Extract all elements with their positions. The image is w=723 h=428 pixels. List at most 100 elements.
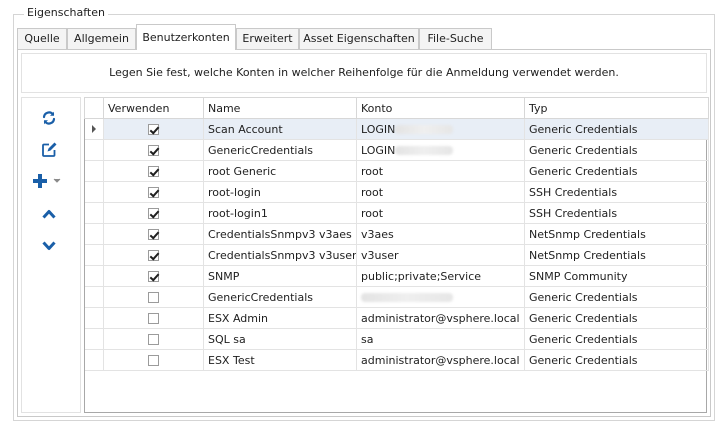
row-indicator[interactable] [84,286,104,308]
type-cell[interactable]: SSH Credentials [524,202,709,224]
account-cell[interactable]: v3aes [356,223,525,245]
name-cell[interactable]: CredentialsSnmpv3 v3user [203,244,357,266]
move-up-button[interactable] [38,204,60,224]
use-checkbox[interactable] [148,124,159,135]
use-checkbox[interactable] [148,208,159,219]
account-cell[interactable]: LOGIN [356,139,525,161]
table-row[interactable]: Scan Account LOGIN Generic Credentials [84,118,709,140]
type-cell[interactable]: NetSnmp Credentials [524,244,709,266]
table-row[interactable]: root Generic root Generic Credentials [84,160,709,182]
use-checkbox[interactable] [148,313,159,324]
tab-benutzerkonten[interactable]: Benutzerkonten [136,24,236,50]
account-text: root [361,206,384,220]
name-cell[interactable]: SQL sa [203,328,357,350]
use-checkbox[interactable] [148,229,159,240]
name-cell[interactable]: ESX Admin [203,307,357,329]
table-row[interactable]: root-login1 root SSH Credentials [84,202,709,224]
account-cell[interactable]: root [356,181,525,203]
account-cell[interactable]: root [356,202,525,224]
type-cell[interactable]: NetSnmp Credentials [524,223,709,245]
tab-file-suche[interactable]: File-Suche [419,28,492,49]
use-checkbox[interactable] [148,187,159,198]
column-header-typ[interactable]: Typ [524,97,709,119]
type-cell[interactable]: Generic Credentials [524,349,709,371]
type-cell[interactable]: Generic Credentials [524,118,709,140]
move-down-button[interactable] [38,236,60,256]
table-row[interactable]: SQL sa sa Generic Credentials [84,328,709,350]
use-checkbox[interactable] [148,355,159,366]
type-cell[interactable]: SNMP Community [524,265,709,287]
name-cell[interactable]: CredentialsSnmpv3 v3aes [203,223,357,245]
type-cell[interactable]: Generic Credentials [524,139,709,161]
account-cell[interactable]: public;private;Service [356,265,525,287]
dropdown-arrow-icon[interactable] [53,178,61,184]
description-box: Legen Sie fest, welche Konten in welcher… [21,53,707,93]
tab-asset-eigenschaften[interactable]: Asset Eigenschaften [299,28,419,49]
name-cell[interactable]: ESX Test [203,349,357,371]
use-checkbox[interactable] [148,271,159,282]
use-cell [103,328,204,350]
table-row[interactable]: root-login root SSH Credentials [84,181,709,203]
name-cell[interactable]: GenericCredentials [203,139,357,161]
table-row[interactable]: GenericCredentials LOGIN Generic Credentia… [84,139,709,161]
name-cell[interactable]: root-login [203,181,357,203]
row-indicator[interactable] [84,349,104,371]
tab-erweitert[interactable]: Erweitert [236,28,299,49]
row-indicator[interactable] [84,118,104,140]
account-text: v3aes [361,227,394,241]
table-row[interactable]: ESX Admin administrator@vsphere.local Gene… [84,307,709,329]
row-indicator[interactable] [84,244,104,266]
type-cell[interactable]: Generic Credentials [524,160,709,182]
row-indicator[interactable] [84,265,104,287]
tab-allgemein[interactable]: Allgemein [67,28,136,49]
use-checkbox[interactable] [148,145,159,156]
column-header-name[interactable]: Name [203,97,357,119]
use-checkbox[interactable] [148,334,159,345]
name-cell[interactable]: Scan Account [203,118,357,140]
name-cell[interactable]: SNMP [203,265,357,287]
name-cell[interactable]: root-login1 [203,202,357,224]
move-up-icon [42,210,56,219]
current-row-arrow-icon [91,124,96,133]
name-cell[interactable]: GenericCredentials [203,286,357,308]
row-indicator[interactable] [84,223,104,245]
account-cell[interactable]: LOGIN [356,118,525,140]
type-cell[interactable]: SSH Credentials [524,181,709,203]
type-cell[interactable]: Generic Credentials [524,307,709,329]
row-indicator[interactable] [84,139,104,161]
use-cell [103,307,204,329]
name-cell[interactable]: root Generic [203,160,357,182]
account-cell[interactable]: v3user [356,244,525,266]
use-checkbox[interactable] [148,250,159,261]
account-cell[interactable] [356,286,525,308]
redacted-value [361,293,453,302]
tab-label: Allgemein [74,32,129,45]
table-row[interactable]: ESX Test administrator@vsphere.local Gener… [84,349,709,371]
row-indicator[interactable] [84,328,104,350]
account-cell[interactable]: administrator@vsphere.local [356,349,525,371]
use-cell [103,265,204,287]
add-button[interactable] [30,171,62,191]
use-checkbox[interactable] [148,166,159,177]
table-row[interactable]: SNMP public;private;Service SNMP Community [84,265,709,287]
table-row[interactable]: CredentialsSnmpv3 v3user v3user NetSnmp Cr… [84,244,709,266]
column-header-verwenden[interactable]: Verwenden [103,97,204,119]
type-cell[interactable]: Generic Credentials [524,286,709,308]
row-indicator[interactable] [84,160,104,182]
table-row[interactable]: CredentialsSnmpv3 v3aes v3aes NetSnmp Cred… [84,223,709,245]
refresh-button[interactable] [38,108,60,128]
use-cell [103,244,204,266]
column-header-konto[interactable]: Konto [356,97,525,119]
tab-quelle[interactable]: Quelle [17,28,67,49]
account-cell[interactable]: sa [356,328,525,350]
row-indicator[interactable] [84,307,104,329]
account-cell[interactable]: administrator@vsphere.local [356,307,525,329]
row-indicator[interactable] [84,181,104,203]
account-cell[interactable]: root [356,160,525,182]
table-row[interactable]: GenericCredentials Generic Credentials [84,286,709,308]
type-cell[interactable]: Generic Credentials [524,328,709,350]
edit-button[interactable] [38,140,60,160]
use-checkbox[interactable] [148,292,159,303]
row-indicator[interactable] [84,202,104,224]
redacted-value [395,146,454,155]
